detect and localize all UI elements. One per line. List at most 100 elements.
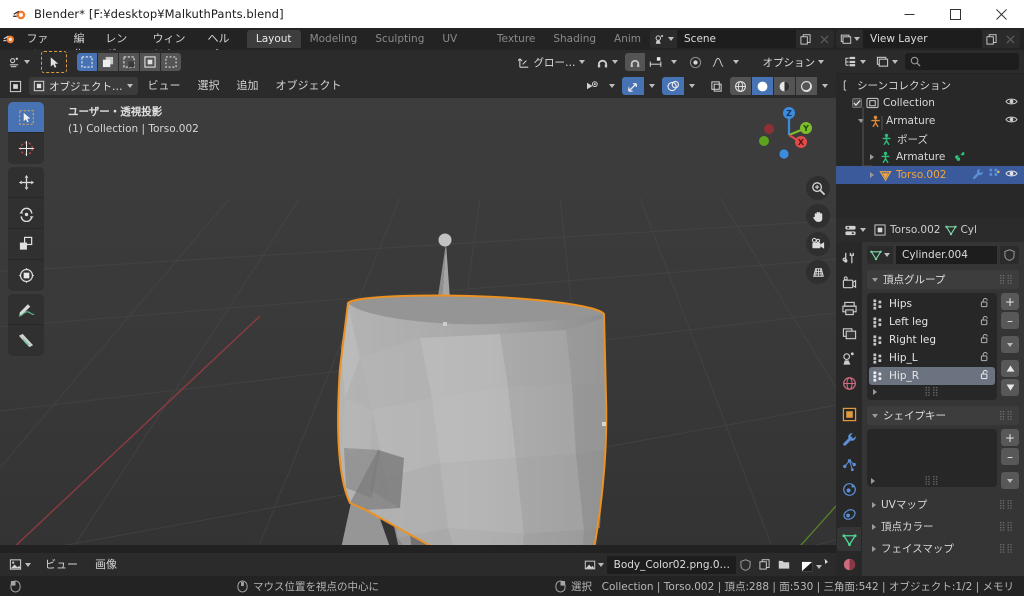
- vertex-group-row[interactable]: Right leg: [869, 331, 995, 349]
- remove-vertex-group-button[interactable]: –: [1001, 312, 1019, 329]
- proportional-edit-toggle[interactable]: [684, 53, 707, 71]
- shape-key-specials-button[interactable]: [1001, 472, 1019, 489]
- visibility-toggle-armature[interactable]: [1005, 114, 1018, 128]
- vertex-group-row-selected[interactable]: Hip_R: [869, 367, 995, 385]
- show-overlays-button[interactable]: [662, 77, 684, 95]
- maximize-button[interactable]: [932, 0, 978, 28]
- snap-target-button[interactable]: [645, 53, 666, 71]
- panel-header-face-maps[interactable]: フェイスマップ ⣿⣿: [867, 539, 1019, 558]
- vertex-group-row[interactable]: Left leg: [869, 313, 995, 331]
- properties-tab-view-layer[interactable]: [837, 321, 861, 345]
- outliner-row-pose[interactable]: ポーズ: [836, 130, 1024, 148]
- disclosure-triangle-right-icon[interactable]: [871, 477, 875, 484]
- view-layer-browse-button[interactable]: [836, 30, 864, 48]
- outliner-display-mode-button[interactable]: [873, 52, 901, 71]
- menu-window[interactable]: ウィンドウ: [144, 31, 199, 61]
- tab-modeling[interactable]: Modeling: [301, 30, 367, 48]
- shape-keys-list[interactable]: ⣿⣿: [867, 429, 997, 487]
- blender-app-icon[interactable]: [0, 28, 18, 50]
- scene-new-button[interactable]: [796, 30, 815, 48]
- tab-sculpting[interactable]: Sculpting: [366, 30, 433, 48]
- vertex-groups-list-footer[interactable]: ⣿⣿: [869, 385, 995, 398]
- move-vertex-group-down-button[interactable]: [1001, 379, 1019, 396]
- breadcrumb-mesh-data[interactable]: Cyl: [945, 224, 977, 236]
- select-extend-button[interactable]: [98, 53, 118, 71]
- tool-annotate[interactable]: [8, 294, 44, 325]
- move-vertex-group-up-button[interactable]: [1001, 360, 1019, 377]
- snap-dropdown[interactable]: [591, 53, 622, 71]
- viewport-menu-object[interactable]: オブジェクト: [269, 77, 349, 95]
- properties-tab-object[interactable]: [837, 402, 861, 426]
- tool-cursor[interactable]: [8, 133, 44, 164]
- image-editor-menu-view[interactable]: ビュー: [38, 556, 85, 574]
- add-vertex-group-button[interactable]: +: [1001, 293, 1019, 310]
- vertex-group-row[interactable]: Hips: [869, 295, 995, 313]
- outliner-row-collection[interactable]: Collection: [836, 94, 1024, 112]
- snap-options-dropdown[interactable]: [666, 53, 682, 71]
- tab-shading[interactable]: Shading: [544, 30, 605, 48]
- panel-header-uv-maps[interactable]: UVマップ ⣿⣿: [867, 495, 1019, 514]
- shading-material-preview-button[interactable]: [774, 77, 795, 95]
- outliner-row-torso-002[interactable]: Torso.002: [836, 166, 1024, 184]
- viewport-editor-type-button[interactable]: [5, 77, 26, 95]
- navigation-gizmo[interactable]: Z Y X: [758, 104, 820, 166]
- menu-render[interactable]: レンダー: [97, 31, 144, 61]
- viewport-menu-view[interactable]: ビュー: [141, 77, 188, 95]
- select-intersect-button[interactable]: [161, 53, 181, 71]
- view-layer-name[interactable]: View Layer: [864, 30, 982, 48]
- modifier-icon[interactable]: [972, 168, 984, 183]
- outliner-editor-type-button[interactable]: [841, 52, 869, 71]
- mesh-data-icon[interactable]: [989, 168, 1000, 182]
- image-new-button[interactable]: [755, 555, 774, 574]
- zoom-button[interactable]: [806, 176, 830, 200]
- tab-texture-paint[interactable]: Texture Paint: [488, 30, 544, 63]
- panel-header-shape-keys[interactable]: シェイプキー ⣿⣿: [867, 406, 1019, 425]
- breadcrumb-object[interactable]: Torso.002: [874, 224, 940, 236]
- unlock-icon[interactable]: [980, 351, 991, 365]
- image-browse-button[interactable]: [579, 555, 608, 574]
- properties-tab-render[interactable]: [837, 271, 861, 295]
- tab-animation[interactable]: Anim: [605, 30, 650, 48]
- show-gizmo-button[interactable]: [622, 77, 644, 95]
- tool-rotate[interactable]: [8, 198, 44, 229]
- outliner-search-input[interactable]: [905, 53, 1019, 70]
- mesh-fake-user-button[interactable]: [1000, 246, 1019, 264]
- shading-wireframe-button[interactable]: [730, 77, 751, 95]
- viewport-menu-add[interactable]: 追加: [230, 77, 266, 95]
- outliner-tree[interactable]: シーンコレクション Collection Armature ポーズ Armatu…: [836, 74, 1024, 218]
- properties-tab-material[interactable]: [837, 552, 861, 576]
- vertex-groups-list[interactable]: Hips Left leg Right leg Hip_L Hip_R ⣿⣿: [867, 293, 997, 400]
- scene-browse-button[interactable]: [650, 30, 678, 48]
- image-display-channels-button[interactable]: [798, 558, 825, 575]
- vertex-group-specials-button[interactable]: [1001, 336, 1019, 353]
- list-resize-grip[interactable]: ⣿⣿: [924, 387, 939, 397]
- disclosure-triangle-right-icon[interactable]: [873, 388, 877, 395]
- mesh-datablock-browse-button[interactable]: [867, 246, 893, 264]
- outliner-row-scene-collection[interactable]: シーンコレクション: [836, 76, 1024, 94]
- list-resize-grip[interactable]: ⣿⣿: [924, 476, 939, 486]
- remove-shape-key-button[interactable]: –: [1001, 448, 1019, 465]
- properties-tab-constraints[interactable]: [837, 502, 861, 526]
- image-editor-menu-image[interactable]: 画像: [88, 556, 124, 574]
- properties-tab-world[interactable]: [837, 371, 861, 395]
- object-visibility-dropdown[interactable]: [605, 77, 619, 95]
- select-subtract-button[interactable]: [119, 53, 139, 71]
- tab-uv-editing[interactable]: UV Editing: [433, 30, 488, 63]
- panel-header-vertex-colors[interactable]: 頂点カラー ⣿⣿: [867, 517, 1019, 536]
- editor-type-button[interactable]: [4, 53, 34, 71]
- scene-unlink-button[interactable]: [815, 30, 834, 48]
- disclosure-triangle-down-icon[interactable]: [858, 119, 864, 123]
- properties-tab-modifiers[interactable]: [837, 427, 861, 451]
- tab-layout[interactable]: Layout: [246, 30, 301, 48]
- mesh-datablock-name[interactable]: Cylinder.004: [896, 246, 997, 264]
- ortho-perspective-toggle-button[interactable]: [806, 260, 830, 284]
- 3d-viewport[interactable]: ユーザー・透視投影 (1) Collection | Torso.002 Z Y…: [0, 98, 836, 553]
- tool-measure[interactable]: [8, 325, 44, 356]
- menu-edit[interactable]: 編集: [66, 31, 98, 61]
- unlock-icon[interactable]: [980, 297, 991, 311]
- unlock-icon[interactable]: [980, 315, 991, 329]
- menu-help[interactable]: ヘルプ: [199, 31, 238, 61]
- visibility-toggle-collection[interactable]: [1005, 96, 1018, 110]
- options-dropdown[interactable]: オプション: [756, 53, 830, 71]
- image-name[interactable]: Body_Color02.png.0…: [607, 555, 736, 574]
